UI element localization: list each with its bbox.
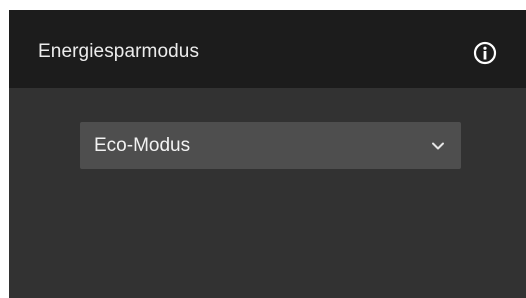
panel-title: Energiesparmodus xyxy=(38,41,200,62)
energy-saving-panel: Energiesparmodus Eco-Modus xyxy=(9,10,526,298)
panel-header: Energiesparmodus xyxy=(9,10,526,88)
chevron-down-icon xyxy=(431,141,445,151)
mode-select-value: Eco-Modus xyxy=(94,135,191,156)
mode-select-dropdown[interactable]: Eco-Modus xyxy=(80,122,461,169)
info-icon[interactable] xyxy=(473,41,497,65)
